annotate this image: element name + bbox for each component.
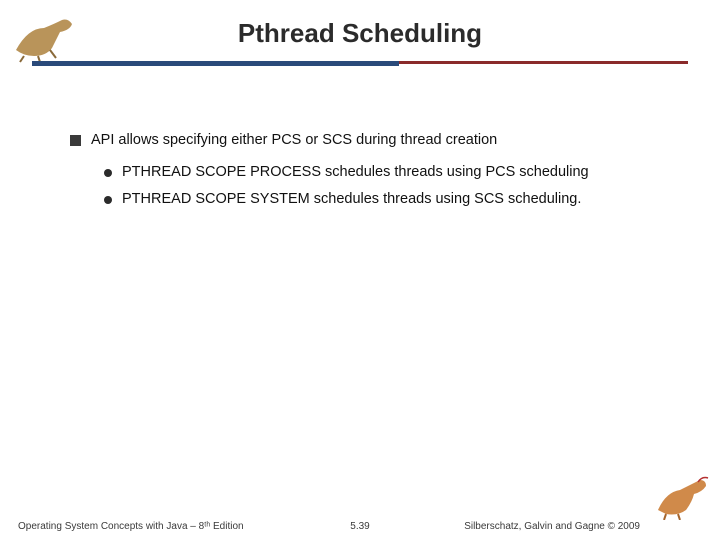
bullet-level1: API allows specifying either PCS or SCS … [70, 132, 650, 150]
footer-book-title: Operating System Concepts with Java – 8ᵗ… [18, 521, 244, 532]
bullet-level2: PTHREAD SCOPE SYSTEM schedules threads u… [104, 191, 650, 209]
bullet-text: PTHREAD SCOPE SYSTEM schedules threads u… [122, 191, 581, 209]
round-bullet-icon [104, 196, 112, 204]
bullet-text: PTHREAD SCOPE PROCESS schedules threads … [122, 164, 589, 182]
round-bullet-icon [104, 169, 112, 177]
footer-authors: Silberschatz, Galvin and Gagne © 2009 [464, 521, 702, 532]
slide-title: Pthread Scheduling [0, 18, 720, 49]
title-underline [32, 61, 688, 66]
square-bullet-icon [70, 135, 81, 146]
bullet-text: API allows specifying either PCS or SCS … [91, 132, 497, 150]
slide-content: API allows specifying either PCS or SCS … [0, 72, 720, 209]
bullet-level2: PTHREAD SCOPE PROCESS schedules threads … [104, 164, 650, 182]
dinosaur-standing-icon [652, 474, 712, 520]
footer-page-number: 5.39 [350, 521, 369, 532]
slide-footer: Operating System Concepts with Java – 8ᵗ… [0, 521, 720, 532]
slide-header: Pthread Scheduling [0, 0, 720, 72]
